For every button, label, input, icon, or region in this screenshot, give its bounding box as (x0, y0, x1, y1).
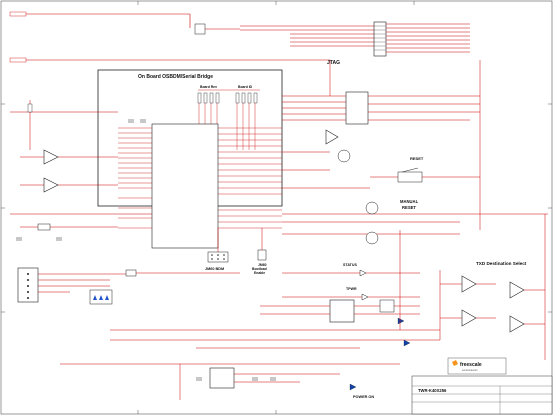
reset-title: RESET (410, 156, 424, 161)
power-supply-section: POWER ON (60, 347, 400, 400)
right-level-shifters (282, 91, 548, 245)
manual-reset-title: MANUAL RESET (400, 199, 419, 210)
jtag-header: JTAG (194, 21, 470, 66)
osbdm-block: On Board OSBDM/Serial Bridge Board Rev B… (97, 69, 283, 249)
board-name: TWR-K40X256 (418, 388, 447, 393)
sheet-border (0, 0, 553, 415)
txd-select-title: TXD Destination Select (476, 261, 527, 266)
decoupling-caps (128, 119, 146, 123)
jm60-bdm-title: JM60 BDM (205, 267, 224, 271)
border-ticks (1, 1, 552, 414)
jtag-title: JTAG (327, 60, 340, 66)
tpwr-title: TPWR (346, 287, 357, 291)
company-name: freescale (460, 362, 482, 368)
power-on-title: POWER ON (353, 395, 374, 399)
schematic-sheet: JTAG On Board OSBDM/Serial Bridge Board … (0, 0, 553, 415)
mcu-chip (151, 123, 219, 249)
mcu-pins-left (118, 127, 152, 229)
txd-select-section: TXD Destination Select (439, 261, 545, 340)
status-tpwr-section: STATUS TPWR (110, 263, 440, 347)
board-rev-title: Board Rev (200, 85, 217, 89)
company-subtitle: semiconductor (462, 369, 478, 372)
top-power-input (9, 11, 330, 63)
board-id-title: Board ID (238, 85, 253, 89)
mcu-pins-right (218, 127, 282, 229)
osbdm-title: On Board OSBDM/Serial Bridge (138, 74, 213, 80)
board-id-resistors (197, 92, 258, 104)
jm60-bootload-title: JM60 Bootload Enable (252, 263, 267, 275)
status-title: STATUS (343, 263, 357, 267)
left-buffers (10, 100, 118, 193)
reset-section: RESET MANUAL RESET (370, 156, 480, 210)
usb-connector (17, 267, 240, 305)
title-block: freescale semiconductor TWR-K40X256 (411, 357, 553, 415)
